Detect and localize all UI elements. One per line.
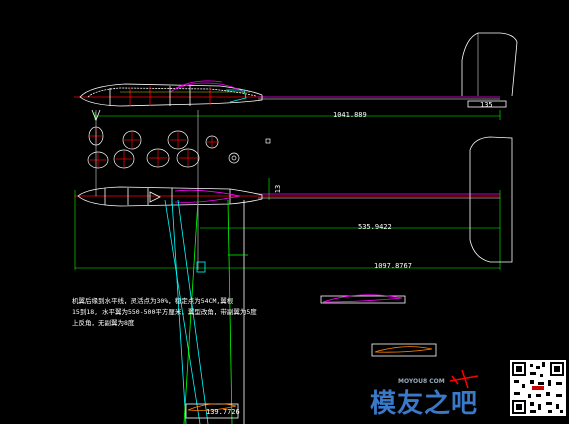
bulkhead-sections [87, 126, 271, 169]
cad-drawing-canvas[interactable] [0, 0, 569, 424]
airfoil-section-1 [320, 294, 406, 304]
dim-airfoil-chord: 139.7726 [206, 408, 240, 416]
fuselage-side-view [74, 80, 500, 107]
vertical-fin-view [461, 32, 518, 108]
dim-wingspan: 1097.8767 [374, 262, 412, 270]
dim-stab-chord: 135 [480, 101, 493, 109]
qr-code [510, 360, 566, 416]
dim-fuselage-length: 1041.889 [333, 111, 367, 119]
watermark-logo: 模友之吧 [370, 389, 479, 419]
dim-vertical-small: 13 [274, 184, 283, 194]
fuselage-top-view [74, 109, 500, 270]
airfoil-section-2 [371, 343, 437, 357]
dim-wing-root: 535.9422 [358, 223, 392, 231]
design-note: 机翼后缘到水平线，灵活点为30%，稳定点为54CM,翼根 15到18, 水平翼为… [72, 297, 257, 327]
horizontal-stabilizer-view [469, 136, 513, 263]
